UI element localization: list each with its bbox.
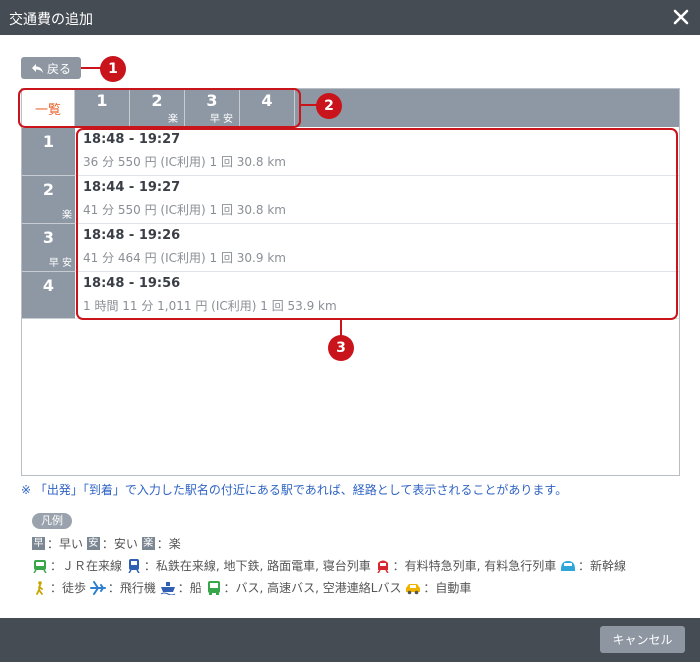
callout-1: 1 (100, 56, 126, 82)
callout-2-line (301, 104, 317, 106)
legend-text: ：新幹線 (578, 559, 627, 573)
route-number: 4 (42, 276, 55, 295)
legend-text: ：有料特急列車, 有料急行列車 (392, 559, 557, 573)
legend-text: ：徒歩 (50, 581, 87, 595)
legend-row-badges: 早 ：早い 安 ：安い 楽 ：楽 (32, 535, 181, 552)
back-button-label: 戻る (46, 61, 71, 76)
private-railway-icon (128, 558, 140, 573)
back-button[interactable]: 戻る (21, 57, 81, 79)
route-row-number-3: 3 早 安 (22, 224, 75, 272)
route-row-number-2: 2 楽 (22, 176, 75, 224)
limited-express-icon (376, 560, 389, 573)
callout-3-line (340, 320, 342, 336)
title-bar: 交通費の追加 (0, 0, 700, 35)
legend-text: ：楽 (156, 537, 181, 551)
callout-2-outline (18, 88, 301, 128)
badge-easy-icon: 楽 (141, 537, 155, 550)
route-row-number-1: 1 (22, 128, 75, 176)
route-badges: 楽 (62, 210, 72, 221)
dialog-footer: キャンセル (0, 618, 700, 662)
route-number: 2 (42, 180, 55, 199)
legend-text: ：船 (177, 581, 202, 595)
callout-3: 3 (328, 335, 354, 361)
back-arrow-icon (31, 63, 43, 73)
callout-2: 2 (316, 93, 342, 119)
bus-icon (207, 580, 220, 595)
nearby-station-note: ※ 「出発」「到着」で入力した駅名の付近にある駅であれば、経路として表示されるこ… (21, 483, 568, 497)
legend-title: 凡例 (32, 513, 72, 529)
airplane-icon (89, 580, 106, 595)
route-row-number-4: 4 (22, 272, 75, 319)
legend-row-other: ：徒歩 ：飛行機 ：船 ：バス, 高速バス, 空港連絡Lバス ：自動車 (32, 579, 471, 596)
cancel-button[interactable]: キャンセル (600, 626, 685, 653)
legend-text: ：自動車 (423, 581, 472, 595)
train-icon (33, 559, 47, 573)
route-badges: 早 安 (48, 258, 72, 269)
legend-text: ：早い (47, 537, 84, 551)
close-icon[interactable] (671, 7, 691, 27)
legend-text: ：バス, 高速バス, 空港連絡Lバス (223, 581, 402, 595)
legend-text: ：ＪＲ在来線 (50, 559, 123, 573)
shinkansen-icon (561, 560, 576, 571)
window-title: 交通費の追加 (9, 12, 93, 28)
callout-1-line (81, 67, 101, 69)
legend-text: ：安い (101, 537, 138, 551)
ship-icon (160, 581, 175, 595)
legend-row-rail: ：ＪＲ在来線 ：私鉄在来線, 地下鉄, 路面電車, 寝台列車 ：有料特急列車, … (32, 557, 626, 574)
walk-icon (36, 580, 43, 595)
legend-text: ：飛行機 (107, 581, 156, 595)
route-number: 3 (42, 228, 55, 247)
car-icon (406, 583, 421, 594)
callout-3-outline (76, 128, 678, 320)
route-number: 1 (42, 132, 55, 151)
badge-cheap-icon: 安 (86, 537, 100, 550)
badge-fast-icon: 早 (32, 537, 45, 550)
legend-text: ：私鉄在来線, 地下鉄, 路面電車, 寝台列車 (143, 559, 371, 573)
